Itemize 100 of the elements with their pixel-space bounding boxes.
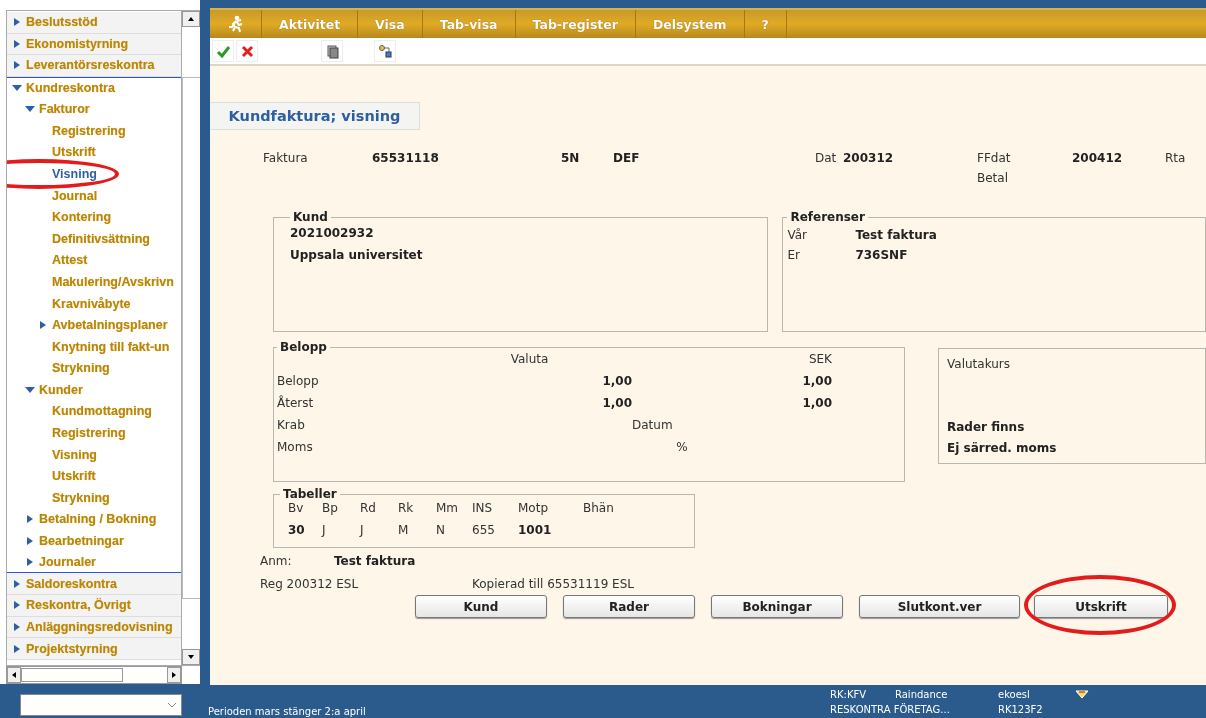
key-icon <box>377 43 393 59</box>
column-header: Bv <box>288 501 305 515</box>
column-header: Rd <box>360 501 377 515</box>
action-button[interactable]: Slutkont.ver <box>859 595 1020 618</box>
collapsed-triangle-icon[interactable] <box>12 38 22 49</box>
tree-item[interactable]: Bearbetningar <box>39 534 124 549</box>
status-text: RESKONTRA FÖRETAG... <box>830 703 951 717</box>
right-arrow-icon <box>171 671 177 679</box>
column-header: Bhän <box>583 501 615 515</box>
action-button[interactable]: Kund <box>415 595 547 618</box>
scroll-right-button[interactable] <box>167 667 181 683</box>
action-button[interactable]: Rader <box>563 595 695 618</box>
warning-icon <box>1075 689 1089 699</box>
tree-item[interactable]: Visning <box>52 166 97 181</box>
field-value: 200412 <box>1072 151 1124 165</box>
field-label: Er <box>787 248 801 262</box>
table-cell-text: 1001 <box>518 523 553 537</box>
scroll-left-button[interactable] <box>7 667 21 683</box>
customer-text: 2021002932 <box>290 226 375 242</box>
action-button[interactable]: Bokningar <box>711 595 843 618</box>
down-arrow-icon <box>187 654 195 660</box>
tree-item[interactable]: Kontering <box>52 210 112 225</box>
collapsed-triangle-icon[interactable] <box>12 643 22 654</box>
collapsed-triangle-icon[interactable] <box>25 557 35 568</box>
tree-item[interactable]: Definitivsättning <box>52 231 150 246</box>
field-value: 736SNF <box>855 248 909 262</box>
collapsed-triangle-icon[interactable] <box>25 514 35 525</box>
status-message: Perioden mars stänger 2:a april <box>208 706 367 718</box>
field-label: Dat <box>815 151 838 165</box>
column-header: Bp <box>322 501 339 515</box>
field-label: Moms <box>277 440 314 454</box>
tree-item[interactable]: Kunder <box>39 382 83 397</box>
collapsed-triangle-icon[interactable] <box>12 578 22 589</box>
column-header: Valuta <box>509 352 550 366</box>
column-header: Rk <box>398 501 415 515</box>
collapsed-triangle-icon[interactable] <box>25 536 35 547</box>
chevron-down-icon <box>167 702 177 708</box>
tree-item[interactable]: Visning <box>52 447 97 462</box>
info-text: Reg 200312 ESL <box>260 577 360 591</box>
tree-item[interactable]: Utskrift <box>52 469 96 484</box>
dropdown-field[interactable] <box>20 694 182 716</box>
tree-item[interactable]: Strykning <box>52 490 110 505</box>
scroll-up-button[interactable] <box>182 11 200 27</box>
action-button[interactable]: Utskrift <box>1034 595 1168 618</box>
collapsed-triangle-icon[interactable] <box>38 320 48 331</box>
close-button[interactable] <box>236 40 258 62</box>
field-label: Rta <box>1165 151 1187 165</box>
tree-item[interactable]: Strykning <box>52 361 110 376</box>
info-text: Kopierad till 65531119 ESL <box>472 577 634 591</box>
amount-value: 1,00 <box>601 396 632 410</box>
tree-item[interactable]: Kundmottagning <box>52 404 152 419</box>
check-button[interactable] <box>212 40 234 62</box>
customer-text: Uppsala universitet <box>290 248 424 264</box>
field-label: Vår <box>787 228 808 242</box>
table-cell-text: 655 <box>472 523 496 537</box>
collapsed-triangle-icon[interactable] <box>12 17 22 28</box>
table-cell-text: 30 <box>288 523 306 537</box>
tree-item[interactable]: Journal <box>52 188 98 203</box>
horizontal-scrollbar[interactable] <box>6 666 182 684</box>
table-cell-text: J <box>360 523 365 537</box>
field-value: Test faktura <box>855 228 938 242</box>
tree-item[interactable]: Journaler <box>39 555 96 570</box>
running-figure-icon[interactable] <box>227 15 244 33</box>
tree-item[interactable]: Attest <box>52 253 88 268</box>
field-label: Anm: <box>260 554 293 568</box>
copy-button[interactable] <box>321 40 343 62</box>
tree-item[interactable]: Knytning till fakt-un <box>52 339 170 354</box>
group-title: Tabeller <box>282 487 338 501</box>
copy-icon <box>324 43 340 59</box>
column-header: INS <box>472 501 494 515</box>
key-button[interactable] <box>374 40 396 62</box>
expanded-triangle-icon[interactable] <box>25 384 35 395</box>
tree-item[interactable]: Registrering <box>52 123 126 138</box>
collapsed-triangle-icon[interactable] <box>12 600 22 611</box>
table-cell-text: M <box>398 523 410 537</box>
field-label: Belopp <box>277 374 320 388</box>
field-label: Valutakurs <box>947 357 1011 371</box>
tree-item[interactable]: Kundreskontra <box>26 81 115 96</box>
field-label: Faktura <box>263 151 309 165</box>
group-title: Belopp <box>279 340 328 354</box>
table-cell-text: J <box>322 523 327 537</box>
tree-item[interactable]: Registrering <box>52 426 126 441</box>
collapsed-triangle-icon[interactable] <box>12 621 22 632</box>
collapsed-triangle-icon[interactable] <box>12 60 22 71</box>
column-header: Mm <box>436 501 460 515</box>
tree-item[interactable]: Makulering/Avskrivn <box>52 274 174 289</box>
amount-value: 1,00 <box>801 396 832 410</box>
scroll-down-button[interactable] <box>182 649 200 665</box>
field-label: % <box>675 440 689 454</box>
tree-item[interactable]: Fakturor <box>39 102 90 117</box>
tree-item[interactable]: Betalning / Bokning <box>39 512 157 527</box>
amount-value: 1,00 <box>801 374 832 388</box>
table-cell-text: N <box>436 523 446 537</box>
up-arrow-icon <box>187 16 195 22</box>
field-label: Betal <box>977 171 1009 185</box>
left-arrow-icon <box>11 671 17 679</box>
tree-item[interactable]: Utskrift <box>52 145 96 160</box>
status-text: RK123F2 <box>998 703 1044 717</box>
tree-item[interactable]: Avbetalningsplaner <box>52 318 168 333</box>
tree-item[interactable]: Kravnivåbyte <box>52 296 131 311</box>
